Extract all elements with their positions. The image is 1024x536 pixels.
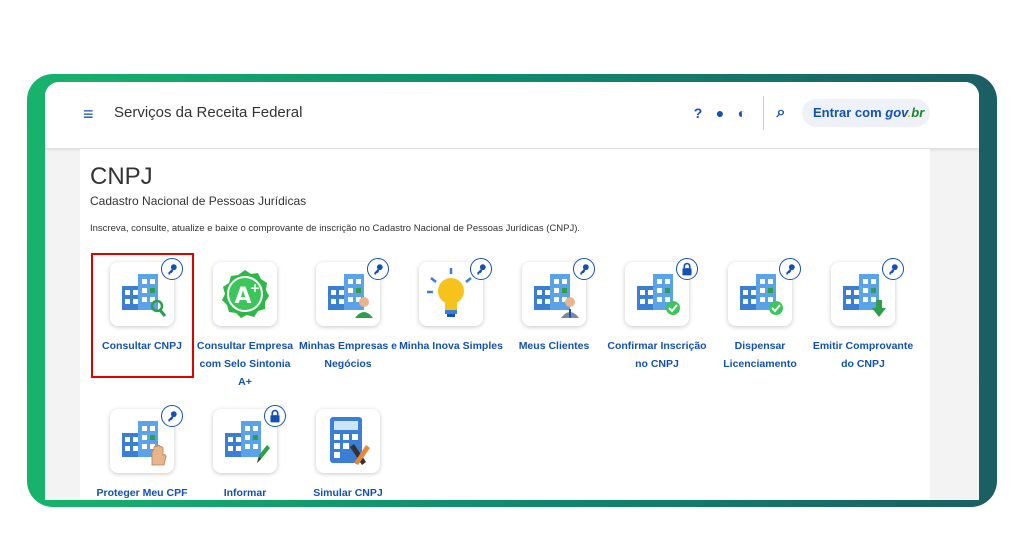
service-icon-box [316, 409, 380, 473]
contrast-icon[interactable]: ◐ [734, 104, 750, 122]
service-label: Proteger Meu CPF [96, 487, 188, 499]
service-icon-box: A + [213, 262, 277, 326]
lock-icon [264, 405, 286, 427]
calculator-icon [330, 417, 370, 465]
content-card: CNPJ Cadastro Nacional de Pessoas Jurídi… [80, 149, 930, 500]
key-icon [573, 258, 595, 280]
service-label: Confirmar Inscrição no CNPJ [607, 340, 707, 370]
site-header: ≡ Serviços da Receita Federal ? ● ◐ ⌕ En… [45, 82, 979, 148]
service-label: Simular CNPJ [313, 487, 383, 499]
lock-icon [676, 258, 698, 280]
login-label: Entrar com [813, 105, 882, 120]
page-subtitle: Cadastro Nacional de Pessoas Jurídicas [90, 194, 307, 208]
service-label: Minha Inova Simples [399, 340, 503, 352]
service-label: Consultar CNPJ [102, 340, 182, 352]
page-title: CNPJ [90, 163, 153, 190]
key-icon [367, 258, 389, 280]
svg-text:A: A [234, 284, 251, 309]
page-description: Inscreva, consulte, atualize e baixe o c… [90, 223, 581, 234]
login-govbr-button[interactable]: Entrar com gov.br [802, 99, 930, 127]
cookies-icon[interactable]: ● [712, 104, 728, 122]
service-label: Minhas Empresas e Negócios [298, 340, 398, 370]
site-title[interactable]: Serviços da Receita Federal [114, 103, 302, 123]
govbr-logo: gov.br [885, 105, 925, 120]
help-icon[interactable]: ? [690, 104, 706, 122]
service-label: Informar [223, 487, 267, 499]
key-icon [161, 405, 183, 427]
selo-a-plus-icon: A + [222, 270, 269, 318]
key-icon [470, 258, 492, 280]
service-label: Meus Clientes [518, 340, 590, 352]
key-icon [779, 258, 801, 280]
hamburger-menu-icon[interactable]: ≡ [83, 104, 99, 124]
service-label: Dispensar Licenciamento [723, 340, 797, 370]
browser-viewport: ≡ Serviços da Receita Federal ? ● ◐ ⌕ En… [45, 82, 979, 500]
key-icon [161, 258, 183, 280]
key-icon [882, 258, 904, 280]
search-icon[interactable]: ⌕ [773, 104, 789, 122]
service-label: Emitir Comprovante do CNPJ [812, 340, 914, 370]
service-label: Consultar Empresa com Selo Sintonia A+ [196, 340, 294, 388]
header-divider [763, 96, 764, 130]
svg-text:+: + [250, 281, 260, 295]
